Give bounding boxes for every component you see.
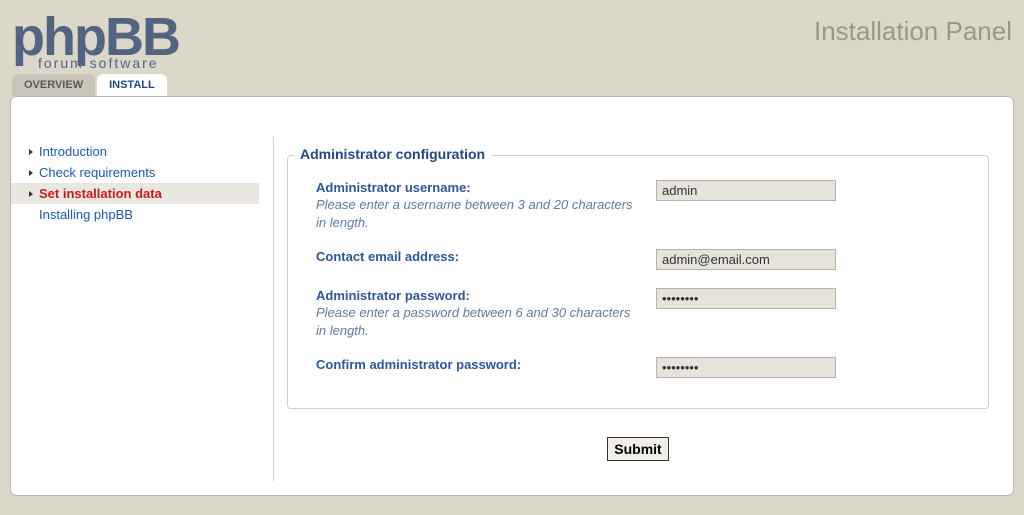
- bullet-icon: [29, 149, 34, 154]
- submit-row: Submit: [287, 437, 989, 461]
- tab-install[interactable]: INSTALL: [97, 74, 167, 96]
- tab-bar: OVERVIEW INSTALL: [12, 74, 1024, 96]
- form-row-confirm-password: Confirm administrator password:: [316, 357, 960, 378]
- logo: phpBB forum software: [12, 10, 179, 70]
- confirm-password-input[interactable]: [656, 357, 836, 378]
- sidebar-item-set-installation-data[interactable]: Set installation data: [11, 183, 259, 204]
- form-row-username: Administrator username: Please enter a u…: [316, 180, 960, 231]
- form-row-email: Contact email address:: [316, 249, 960, 270]
- fieldset-legend: Administrator configuration: [294, 146, 491, 162]
- content-area: Administrator configuration Administrato…: [259, 97, 1013, 495]
- contact-email-input[interactable]: [656, 249, 836, 270]
- sidebar-item-introduction[interactable]: Introduction: [11, 141, 259, 162]
- sidebar-item-check-requirements[interactable]: Check requirements: [11, 162, 259, 183]
- admin-config-fieldset: Administrator configuration Administrato…: [287, 155, 989, 409]
- sidebar-item-label: Introduction: [39, 144, 107, 159]
- sidebar-item-label: Set installation data: [39, 186, 162, 201]
- admin-username-input[interactable]: [656, 180, 836, 201]
- label-admin-password: Administrator password:: [316, 288, 640, 303]
- submit-button[interactable]: Submit: [607, 437, 668, 461]
- main-panel: Introduction Check requirements Set inst…: [10, 96, 1014, 496]
- bullet-icon: [29, 191, 34, 196]
- sidebar-item-installing-phpbb[interactable]: Installing phpBB: [11, 204, 259, 225]
- admin-password-input[interactable]: [656, 288, 836, 309]
- form-row-password: Administrator password: Please enter a p…: [316, 288, 960, 339]
- label-confirm-password: Confirm administrator password:: [316, 357, 640, 372]
- tab-overview[interactable]: OVERVIEW: [12, 74, 95, 96]
- hint-admin-username: Please enter a username between 3 and 20…: [316, 196, 640, 231]
- header: phpBB forum software Installation Panel: [0, 0, 1024, 70]
- hint-admin-password: Please enter a password between 6 and 30…: [316, 304, 640, 339]
- label-contact-email: Contact email address:: [316, 249, 640, 264]
- sidebar-item-label: Installing phpBB: [39, 207, 133, 222]
- sidebar-item-label: Check requirements: [39, 165, 155, 180]
- bullet-icon: [29, 170, 34, 175]
- label-admin-username: Administrator username:: [316, 180, 640, 195]
- page-title: Installation Panel: [814, 16, 1012, 47]
- vertical-divider: [273, 137, 274, 481]
- logo-sub-text: forum software: [38, 56, 179, 70]
- sidebar: Introduction Check requirements Set inst…: [11, 97, 259, 495]
